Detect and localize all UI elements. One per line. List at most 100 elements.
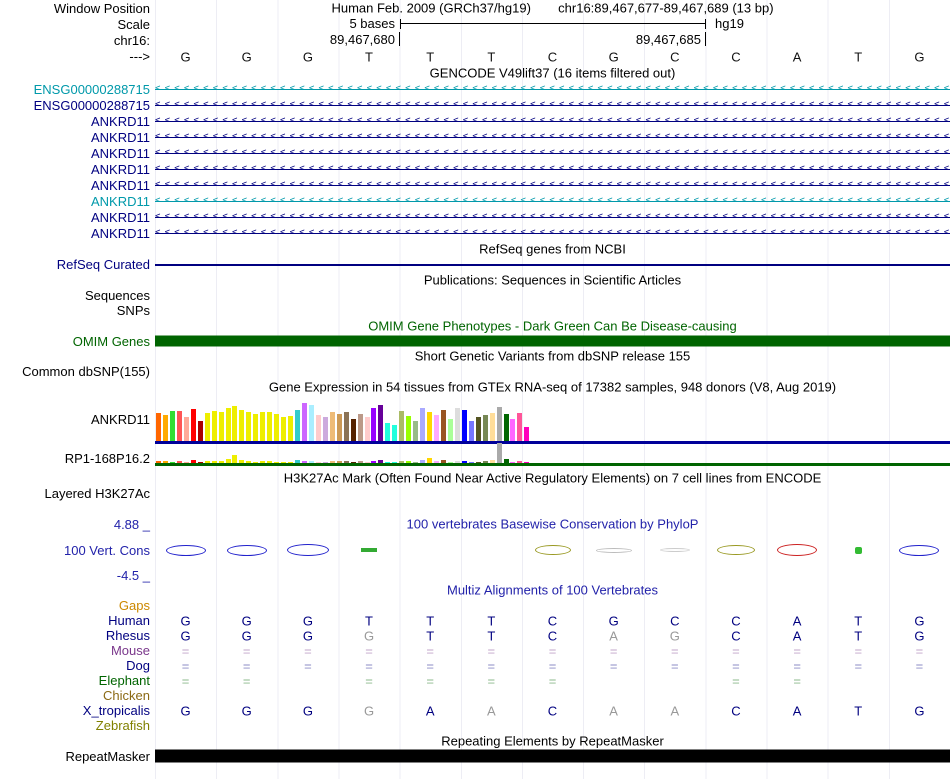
gtex-tissue-bar bbox=[183, 417, 189, 441]
dbsnp-track[interactable] bbox=[155, 363, 950, 379]
species-label[interactable]: Chicken bbox=[0, 688, 155, 703]
gtex-expression-track[interactable] bbox=[155, 395, 950, 444]
alignment-base: = bbox=[732, 673, 740, 688]
transcript-intron-arrows[interactable]: <<<<<<<<<<<<<<<<<<<<<<<<<<<<<<<<<<<<<<<<… bbox=[155, 177, 950, 193]
rp1-gene-label[interactable]: RP1-168P16.2 bbox=[0, 451, 155, 466]
strand-direction-label: ---> bbox=[129, 49, 150, 64]
species-label[interactable]: Mouse bbox=[0, 643, 155, 658]
alignment-bases: = = = = = = = = = = = = = bbox=[155, 643, 950, 658]
dbsnp-track-title[interactable]: Short Genetic Variants from dbSNP releas… bbox=[155, 348, 950, 363]
transcript-intron-arrows[interactable]: <<<<<<<<<<<<<<<<<<<<<<<<<<<<<<<<<<<<<<<<… bbox=[155, 193, 950, 209]
gtex-rp1-row: RP1-168P16.2 bbox=[0, 443, 950, 466]
dna-sequence: GGGTTTCGCCATG bbox=[155, 48, 950, 65]
species-label[interactable]: Dog bbox=[0, 658, 155, 673]
gene-label[interactable]: ANKRD11 bbox=[0, 226, 155, 241]
gene-label[interactable]: ANKRD11 bbox=[0, 178, 155, 193]
refseq-curated-track[interactable] bbox=[155, 257, 950, 272]
publications-sequences-label[interactable]: Sequences bbox=[0, 288, 155, 303]
gtex-tissue-bar bbox=[281, 417, 287, 441]
gene-label[interactable]: ENSG00000288715 bbox=[0, 98, 155, 113]
transcript-intron-arrows[interactable]: <<<<<<<<<<<<<<<<<<<<<<<<<<<<<<<<<<<<<<<<… bbox=[155, 97, 950, 113]
gene-label[interactable]: ANKRD11 bbox=[0, 162, 155, 177]
gene-label[interactable]: ANKRD11 bbox=[0, 114, 155, 129]
alignment-base: = bbox=[854, 658, 863, 673]
omim-track-title[interactable]: OMIM Gene Phenotypes - Dark Green Can Be… bbox=[155, 319, 950, 334]
conservation-track-label[interactable]: 100 Vert. Cons bbox=[0, 543, 155, 558]
h3k27ac-row: Layered H3K27Ac bbox=[0, 486, 950, 508]
alignment-base: G bbox=[363, 703, 375, 718]
species-label[interactable]: Elephant bbox=[0, 673, 155, 688]
transcript-intron-arrows[interactable]: <<<<<<<<<<<<<<<<<<<<<<<<<<<<<<<<<<<<<<<<… bbox=[155, 161, 950, 177]
gtex-tissue-bar bbox=[274, 414, 280, 441]
transcript-intron-arrows[interactable]: <<<<<<<<<<<<<<<<<<<<<<<<<<<<<<<<<<<<<<<<… bbox=[155, 113, 950, 129]
repeatmasker-bar bbox=[155, 749, 950, 763]
species-label[interactable]: Zebrafish bbox=[0, 718, 155, 733]
alignment-base: = bbox=[915, 643, 924, 658]
gtex-tissue-bar bbox=[524, 427, 530, 441]
publications-snps-label[interactable]: SNPs bbox=[0, 303, 155, 318]
transcript-intron-arrows[interactable]: <<<<<<<<<<<<<<<<<<<<<<<<<<<<<<<<<<<<<<<<… bbox=[155, 145, 950, 161]
gene-label[interactable]: ANKRD11 bbox=[0, 194, 155, 209]
alignment-base: C bbox=[547, 613, 558, 628]
conservation-glyph bbox=[286, 544, 329, 556]
alignment-base: A bbox=[670, 703, 680, 718]
transcript-intron-arrows[interactable]: <<<<<<<<<<<<<<<<<<<<<<<<<<<<<<<<<<<<<<<<… bbox=[155, 81, 950, 97]
gtex-tissue-bar bbox=[301, 403, 307, 441]
repeatmasker-label[interactable]: RepeatMasker bbox=[0, 749, 155, 764]
dbsnp-label[interactable]: Common dbSNP(155) bbox=[0, 364, 155, 379]
gtex-tissue-bar bbox=[440, 410, 446, 441]
alignment-base: T bbox=[365, 613, 374, 628]
gene-label[interactable]: ANKRD11 bbox=[0, 130, 155, 145]
publications-snps-track[interactable] bbox=[155, 303, 950, 318]
gene-label[interactable]: ENSG00000288715 bbox=[0, 82, 155, 97]
omim-gene-bar bbox=[155, 335, 950, 347]
multiz-track-title[interactable]: Multiz Alignments of 100 Vertebrates bbox=[155, 583, 950, 598]
omim-genes-label[interactable]: OMIM Genes bbox=[0, 334, 155, 349]
gtex-gene-label[interactable]: ANKRD11 bbox=[0, 412, 155, 427]
rp1-expression-track[interactable] bbox=[155, 443, 950, 466]
gtex-tissue-bar bbox=[350, 419, 356, 441]
publications-snps-row: SNPs bbox=[0, 303, 950, 318]
gtex-tissue-bar bbox=[385, 423, 391, 441]
h3k27ac-track-label[interactable]: Layered H3K27Ac bbox=[0, 486, 155, 501]
transcript-intron-arrows[interactable]: <<<<<<<<<<<<<<<<<<<<<<<<<<<<<<<<<<<<<<<<… bbox=[155, 129, 950, 145]
species-label[interactable]: Rhesus bbox=[0, 628, 155, 643]
transcript-intron-arrows[interactable]: <<<<<<<<<<<<<<<<<<<<<<<<<<<<<<<<<<<<<<<<… bbox=[155, 225, 950, 241]
conservation-min-label: -4.5 _ bbox=[116, 567, 150, 583]
species-label[interactable]: Gaps bbox=[0, 598, 155, 613]
conservation-track-title[interactable]: 100 vertebrates Basewise Conservation by… bbox=[155, 517, 950, 532]
species-label[interactable]: X_tropicalis bbox=[0, 703, 155, 718]
gtex-tissue-bar bbox=[246, 412, 252, 441]
species-label[interactable]: Human bbox=[0, 613, 155, 628]
alignment-base: A bbox=[487, 703, 496, 718]
alignment-base: = bbox=[609, 643, 618, 658]
conservation-glyph bbox=[659, 548, 690, 552]
coordinate-row: chr16: 89,467,680 89,467,685 bbox=[0, 32, 950, 48]
omim-genes-track[interactable] bbox=[155, 334, 950, 348]
publications-track-title[interactable]: Publications: Sequences in Scientific Ar… bbox=[155, 273, 950, 288]
gencode-track-title[interactable]: GENCODE V49lift37 (16 items filtered out… bbox=[155, 66, 950, 81]
h3k27ac-track[interactable] bbox=[155, 486, 950, 508]
gene-label[interactable]: ANKRD11 bbox=[0, 210, 155, 225]
alignment-base: G bbox=[180, 628, 191, 643]
refseq-track-title[interactable]: RefSeq genes from NCBI bbox=[155, 242, 950, 257]
publications-sequences-track[interactable] bbox=[155, 288, 950, 303]
conservation-max-label: 4.88 _ bbox=[113, 516, 150, 532]
alignment-base: G bbox=[180, 613, 191, 628]
repeatmasker-track-title[interactable]: Repeating Elements by RepeatMasker bbox=[155, 734, 950, 749]
repeatmasker-track[interactable] bbox=[155, 749, 950, 763]
conservation-wiggle[interactable] bbox=[155, 532, 950, 568]
alignment-base: C bbox=[547, 703, 558, 718]
alignment-base: = bbox=[548, 643, 557, 658]
alignment-base: = bbox=[242, 658, 251, 673]
alignment-base: = bbox=[487, 658, 496, 673]
gtex-ankrd11-row: ANKRD11 bbox=[0, 395, 950, 444]
h3k27ac-track-title[interactable]: H3K27Ac Mark (Often Found Near Active Re… bbox=[155, 471, 950, 486]
transcript-intron-arrows[interactable]: <<<<<<<<<<<<<<<<<<<<<<<<<<<<<<<<<<<<<<<<… bbox=[155, 209, 950, 225]
gene-label[interactable]: ANKRD11 bbox=[0, 146, 155, 161]
alignment-base: = bbox=[426, 643, 434, 658]
refseq-curated-row: RefSeq Curated bbox=[0, 257, 950, 272]
gencode-transcript-row: ANKRD11 <<<<<<<<<<<<<<<<<<<<<<<<<<<<<<<<<… bbox=[0, 193, 950, 209]
gtex-track-title[interactable]: Gene Expression in 54 tissues from GTEx … bbox=[155, 380, 950, 395]
refseq-curated-label[interactable]: RefSeq Curated bbox=[0, 257, 155, 272]
